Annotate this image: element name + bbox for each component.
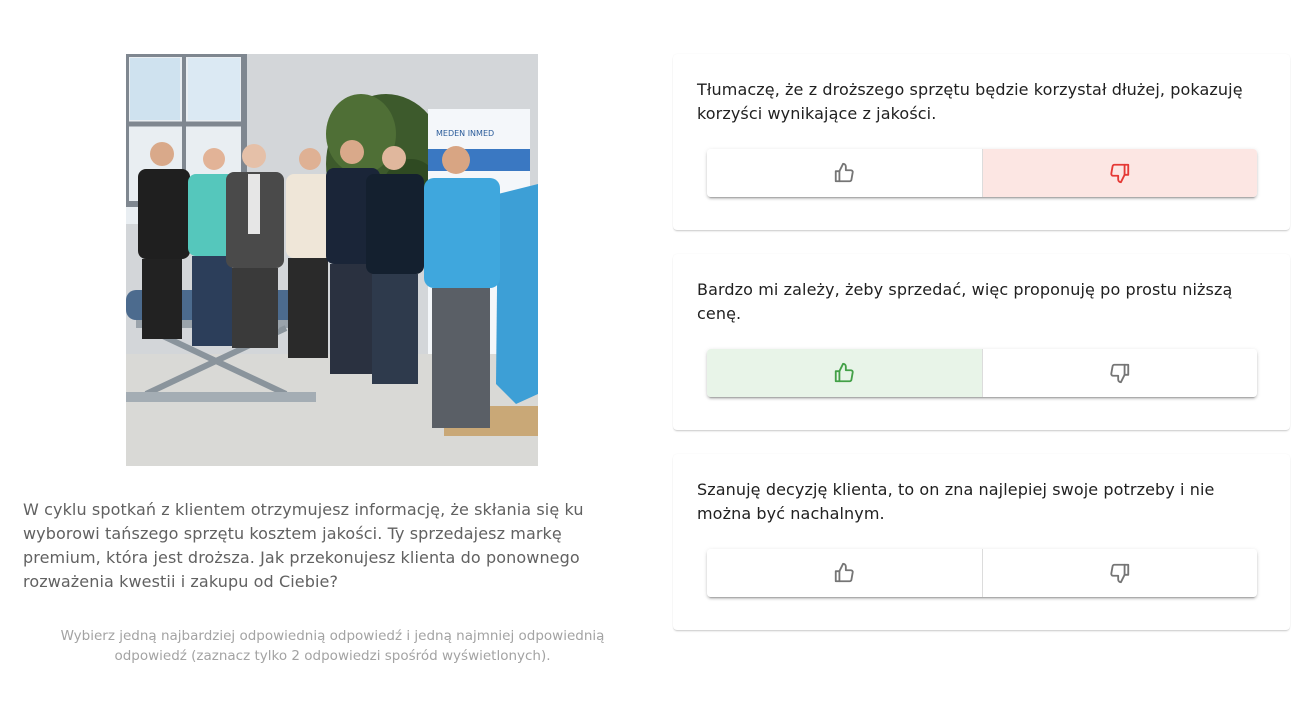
team-photo-image: MEDEN INMED [126,54,538,466]
dislike-button[interactable] [981,149,1257,197]
like-button[interactable] [707,349,982,397]
answer-text: Szanuję decyzję klienta, to on zna najle… [697,480,1215,523]
like-button[interactable] [707,149,982,197]
thumb-up-icon [835,562,854,583]
question-photo: MEDEN INMED [126,54,538,466]
vote-button-group [707,549,1257,597]
thumb-down-icon [1110,163,1129,184]
thumb-up-icon [835,362,854,383]
answer-text: Tłumaczę, że z droższego sprzętu będzie … [697,80,1243,123]
instruction-text: Wybierz jedną najbardziej odpowiednią od… [60,628,605,664]
dislike-button[interactable] [981,549,1257,597]
dislike-button[interactable] [981,349,1257,397]
thumb-down-icon [1110,363,1129,384]
answer-card-1: Tłumaczę, że z droższego sprzętu będzie … [673,54,1290,230]
banner-text: MEDEN INMED [436,129,494,138]
question-text: W cyklu spotkań z klientem otrzymujesz i… [23,500,584,591]
answer-card-2: Bardzo mi zależy, żeby sprzedać, więc pr… [673,254,1290,430]
thumb-up-icon [835,162,854,183]
situational-question-page: MEDEN INMED W cyklu spotkań z klientem o… [0,0,1315,705]
answer-card-3: Szanuję decyzję klienta, to on zna najle… [673,454,1290,630]
like-button[interactable] [707,549,982,597]
vote-button-group [707,349,1257,397]
thumb-down-icon [1110,563,1129,584]
vote-button-group [707,149,1257,197]
answer-text: Bardzo mi zależy, żeby sprzedać, więc pr… [697,280,1233,323]
